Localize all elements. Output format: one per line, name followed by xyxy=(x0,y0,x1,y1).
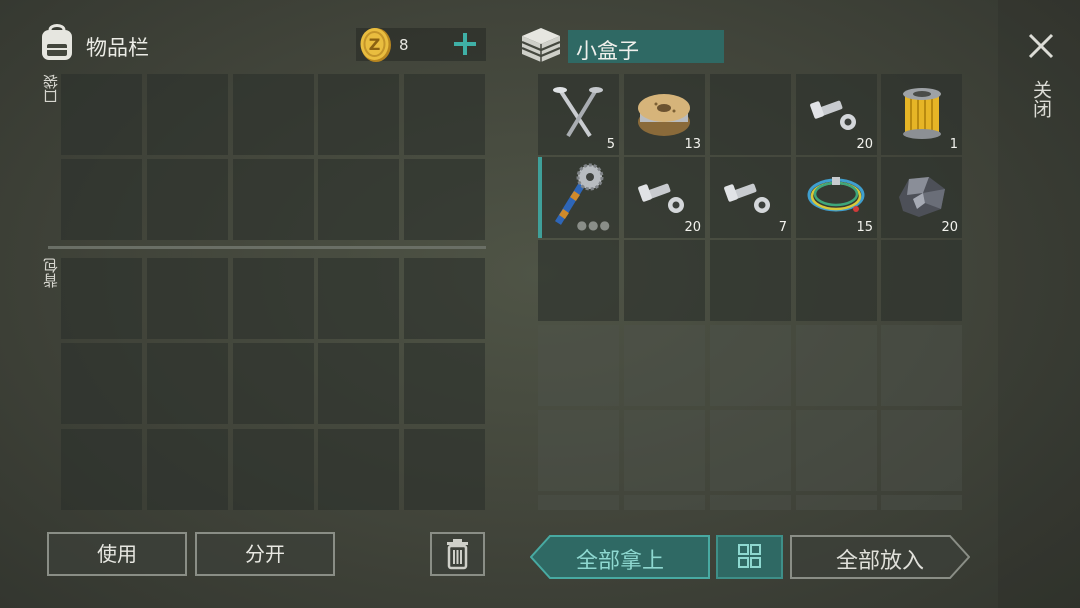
take-all-label: 全部拿上 xyxy=(575,549,664,574)
trash-button[interactable] xyxy=(430,532,485,576)
backpack-slot[interactable] xyxy=(404,429,485,510)
backpack-slot[interactable] xyxy=(318,429,399,510)
backpack-slot[interactable] xyxy=(318,258,399,339)
container-slot-bolts[interactable]: 20 xyxy=(624,157,705,238)
container-slot[interactable] xyxy=(624,240,705,321)
pocket-slot[interactable] xyxy=(404,159,485,240)
nails-icon xyxy=(553,87,603,138)
backpack-slot[interactable] xyxy=(404,343,485,424)
use-button[interactable]: 使用 xyxy=(47,532,187,576)
close-label[interactable]: 关闭 xyxy=(1030,80,1052,118)
backpack-slot[interactable] xyxy=(233,258,314,339)
item-quantity: 20 xyxy=(684,220,701,235)
take-all-button[interactable]: 全部拿上 xyxy=(530,535,710,579)
trash-icon xyxy=(447,539,468,570)
item-quantity: 5 xyxy=(606,137,615,152)
item-quantity: 1 xyxy=(949,137,958,152)
backpack-slot[interactable] xyxy=(147,258,228,339)
pocket-slot[interactable] xyxy=(147,159,228,240)
container-slot[interactable] xyxy=(881,240,962,321)
split-button[interactable]: 分开 xyxy=(195,532,335,576)
section-divider xyxy=(48,246,486,249)
add-coins-button[interactable] xyxy=(452,29,478,59)
backpack-slot[interactable] xyxy=(61,429,142,510)
pocket-slot[interactable] xyxy=(233,74,314,155)
backpack-slot[interactable] xyxy=(61,343,142,424)
pocket-slot[interactable] xyxy=(404,74,485,155)
container-slot-locked xyxy=(710,410,791,491)
put-all-button[interactable]: 全部放入 xyxy=(790,535,970,579)
container-slot-oil-filter[interactable]: 1 xyxy=(881,74,962,155)
container-slot-locked xyxy=(624,325,705,406)
container-title: 小盒子 xyxy=(568,30,724,63)
selection-indicator xyxy=(538,157,542,238)
backpack-icon xyxy=(42,24,72,60)
container-slot-locked xyxy=(538,410,619,491)
item-quantity: 15 xyxy=(856,220,873,235)
close-button[interactable] xyxy=(1025,30,1057,62)
container-slot-locked xyxy=(796,495,877,510)
container-slot-bolts[interactable]: 20 xyxy=(796,74,877,155)
container-slot-locked xyxy=(538,325,619,406)
item-quantity: 13 xyxy=(684,137,701,152)
container-slot-locked xyxy=(796,410,877,491)
item-quantity: 7 xyxy=(778,220,787,235)
container-slot-wire-spool[interactable]: 13 xyxy=(624,74,705,155)
container-slot[interactable] xyxy=(796,240,877,321)
pocket-slot[interactable] xyxy=(61,74,142,155)
container-title-text: 小盒子 xyxy=(576,39,639,63)
coin-count: 8 xyxy=(399,36,409,54)
item-quantity: 20 xyxy=(941,220,958,235)
container-slot-locked xyxy=(710,325,791,406)
container-slot-locked xyxy=(624,495,705,510)
pocket-section-label: 口袋 xyxy=(42,74,60,104)
backpack-slot[interactable] xyxy=(61,258,142,339)
container-slot-cable-coil[interactable]: 15 xyxy=(796,157,877,238)
bolts-icon xyxy=(810,100,856,130)
pocket-slot[interactable] xyxy=(233,159,314,240)
pocket-slot[interactable] xyxy=(61,159,142,240)
coin-icon: Z xyxy=(360,28,391,62)
container-slot-bolts[interactable]: 7 xyxy=(710,157,791,238)
container-slot-nails[interactable]: 5 xyxy=(538,74,619,155)
backpack-slot[interactable] xyxy=(147,429,228,510)
sort-button[interactable] xyxy=(716,535,783,579)
wire-spool-icon xyxy=(638,94,690,136)
more-options-icon[interactable]: ●●● xyxy=(577,218,611,232)
inventory-title: 物品栏 xyxy=(86,36,149,60)
backpack-slot[interactable] xyxy=(318,343,399,424)
svg-text:Z: Z xyxy=(369,35,381,54)
iron-ore-icon xyxy=(899,177,945,217)
container-slot-locked xyxy=(881,495,962,510)
container-slot[interactable] xyxy=(538,240,619,321)
item-quantity: 20 xyxy=(856,137,873,152)
backpack-slot[interactable] xyxy=(233,429,314,510)
backpack-slot[interactable] xyxy=(233,343,314,424)
container-slot-locked xyxy=(881,410,962,491)
backpack-slot[interactable] xyxy=(147,343,228,424)
box-icon xyxy=(521,28,561,62)
grid-sort-icon xyxy=(738,544,761,568)
container-slot-iron-ore[interactable]: 20 xyxy=(881,157,962,238)
pocket-slot[interactable] xyxy=(318,74,399,155)
bolts-icon xyxy=(724,183,770,213)
backpack-slot[interactable] xyxy=(404,258,485,339)
pocket-slot[interactable] xyxy=(318,159,399,240)
container-slot[interactable] xyxy=(710,74,791,155)
cable-coil-icon xyxy=(807,177,865,212)
put-all-label: 全部放入 xyxy=(835,549,924,574)
container-slot-locked xyxy=(710,495,791,510)
container-slot-locked xyxy=(624,410,705,491)
container-slot-locked xyxy=(796,325,877,406)
container-slot-locked xyxy=(538,495,619,510)
container-slot[interactable] xyxy=(710,240,791,321)
container-slot-locked xyxy=(881,325,962,406)
container-slot-saw-blade-club[interactable]: ●●● xyxy=(538,157,619,238)
oil-filter-icon xyxy=(903,88,941,139)
backpack-section-label: 背包 xyxy=(42,258,60,288)
pocket-slot[interactable] xyxy=(147,74,228,155)
bolts-icon xyxy=(638,183,684,213)
